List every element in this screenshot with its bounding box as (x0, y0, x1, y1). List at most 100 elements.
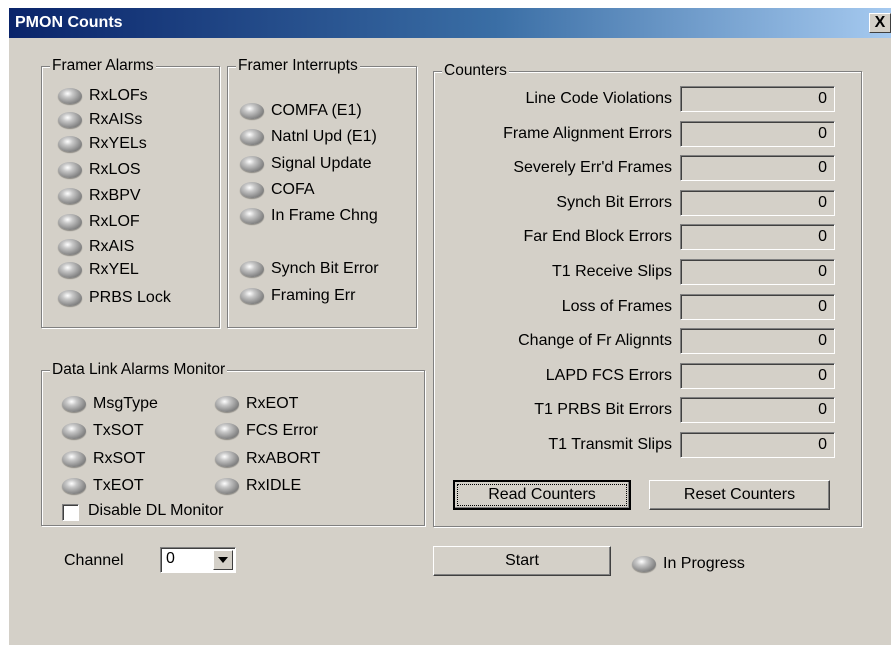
channel-label: Channel (64, 552, 124, 569)
dl-alarm-item-label: FCS Error (246, 422, 318, 439)
counter-value-field: 0 (680, 397, 835, 424)
framer-interrupt-item: COMFA (E1) (240, 100, 362, 122)
counter-label: T1 Receive Slips (551, 263, 672, 280)
read-counters-button[interactable]: Read Counters (453, 480, 631, 510)
led-indicator-icon (58, 214, 82, 230)
framer-interrupt-item-label: Natnl Upd (E1) (271, 128, 377, 145)
counter-value-field: 0 (680, 189, 835, 216)
counters-group: Counters Line Code Violations 0 Frame Alig… (433, 62, 864, 527)
dl-alarm-item-label: TxSOT (93, 422, 144, 439)
framer-interrupt-item-label: In Frame Chng (271, 207, 378, 224)
counter-label: Line Code Violations (525, 90, 672, 107)
title-bar[interactable]: PMON Counts (9, 8, 891, 38)
reset-counters-button[interactable]: Reset Counters (649, 480, 830, 510)
framer-interrupt-item-label: Synch Bit Error (271, 260, 379, 277)
start-button[interactable]: Start (433, 546, 611, 576)
dl-alarm-item: TxSOT (62, 420, 144, 442)
counter-row: Frame Alignment Errors 0 (434, 120, 864, 149)
led-indicator-icon (215, 451, 239, 467)
dl-alarm-item: RxEOT (215, 393, 298, 415)
counter-row: Loss of Frames 0 (434, 293, 864, 322)
framer-interrupt-item-label: COFA (271, 181, 315, 198)
framer-alarm-item-label: RxAISs (89, 111, 143, 128)
counter-row: Far End Block Errors 0 (434, 224, 864, 252)
dl-alarm-item-label: RxABORT (246, 450, 321, 467)
counter-row: Line Code Violations 0 (434, 86, 864, 114)
framer-interrupt-item: COFA (240, 179, 315, 201)
counter-label: Synch Bit Errors (556, 193, 672, 211)
window-title: PMON Counts (15, 14, 123, 31)
close-button[interactable]: X (869, 13, 891, 33)
channel-select[interactable]: 0 (160, 547, 236, 573)
led-indicator-icon (240, 182, 264, 198)
led-indicator-icon (240, 129, 264, 145)
framer-alarm-item: RxYELs (58, 133, 147, 155)
framer-interrupt-item-label: COMFA (E1) (271, 102, 362, 119)
led-indicator-icon (240, 208, 264, 224)
dl-alarm-item: RxSOT (62, 448, 145, 470)
disable-dl-monitor-label: Disable DL Monitor (88, 502, 224, 519)
led-indicator-icon (240, 103, 264, 119)
dl-alarm-item-label: MsgType (93, 395, 158, 412)
framer-alarm-item: PRBS Lock (58, 287, 171, 309)
counter-value-field: 0 (680, 224, 835, 251)
led-indicator-icon (58, 290, 82, 306)
framer-alarm-item: RxBPV (58, 185, 141, 207)
framer-alarm-item: RxLOF (58, 211, 140, 233)
counter-row: LAPD FCS Errors 0 (434, 362, 864, 391)
counter-label: T1 PRBS Bit Errors (534, 401, 672, 419)
framer-alarm-item: RxLOS (58, 159, 141, 181)
close-icon: X (874, 14, 886, 31)
channel-dropdown-button[interactable] (213, 550, 233, 570)
led-indicator-icon (58, 112, 82, 128)
led-indicator-icon (215, 396, 239, 412)
framer-alarm-item: RxYEL (58, 259, 139, 281)
counter-value-field: 0 (680, 432, 835, 458)
counter-row: T1 Transmit Slips 0 (434, 432, 864, 460)
framer-alarm-item-label: RxYEL (89, 261, 139, 278)
counter-label: Loss of Frames (561, 297, 672, 315)
dl-alarm-item: FCS Error (215, 420, 318, 442)
in-progress-led-icon (632, 556, 656, 572)
framer-interrupt-item-label: Framing Err (271, 287, 356, 304)
reset-counters-label: Reset Counters (683, 486, 796, 503)
framer-alarm-item: RxAISs (58, 109, 142, 131)
dl-alarm-item: RxABORT (215, 448, 320, 470)
led-indicator-icon (58, 162, 82, 178)
channel-value: 0 (166, 550, 175, 567)
framer-alarm-item-label: RxYELs (89, 135, 147, 152)
dl-alarm-item-label: RxEOT (246, 395, 299, 412)
disable-dl-monitor-checkbox[interactable] (62, 504, 79, 521)
framer-alarm-item-label: RxAIS (89, 238, 135, 255)
led-indicator-icon (58, 188, 82, 204)
framer-interrupt-item-label: Signal Update (271, 155, 372, 172)
dl-monitor-title: Data Link Alarms Monitor (50, 361, 228, 379)
led-indicator-icon (62, 423, 86, 439)
framer-alarm-item-label: PRBS Lock (89, 289, 171, 306)
counter-label: Frame Alignment Errors (503, 124, 672, 142)
led-indicator-icon (240, 261, 264, 277)
framer-interrupt-item: Framing Err (240, 285, 355, 307)
framer-interrupt-item: Synch Bit Error (240, 258, 379, 280)
counter-row: Severely Err'd Frames 0 (434, 155, 864, 183)
led-indicator-icon (58, 136, 82, 152)
framer-interrupt-item: In Frame Chng (240, 205, 378, 227)
framer-alarm-item-label: RxLOF (89, 213, 140, 230)
dl-alarm-item-label: TxEOT (93, 477, 144, 494)
counters-title: Counters (442, 62, 509, 80)
start-label: Start (505, 552, 539, 569)
framer-alarm-item: RxLOFs (58, 85, 148, 107)
counter-row: Synch Bit Errors 0 (434, 189, 864, 218)
framer-alarm-item-label: RxBPV (89, 187, 141, 204)
led-indicator-icon (240, 156, 264, 172)
led-indicator-icon (58, 239, 82, 255)
counter-value-field: 0 (680, 86, 835, 112)
dl-alarm-item: TxEOT (62, 475, 144, 497)
led-indicator-icon (62, 478, 86, 494)
dl-alarm-item-label: RxIDLE (246, 477, 302, 494)
framer-interrupt-item: Natnl Upd (E1) (240, 126, 377, 148)
led-indicator-icon (58, 262, 82, 278)
counter-value-field: 0 (680, 120, 835, 147)
framer-alarms-title: Framer Alarms (50, 57, 156, 75)
counter-value-field: 0 (680, 293, 835, 320)
